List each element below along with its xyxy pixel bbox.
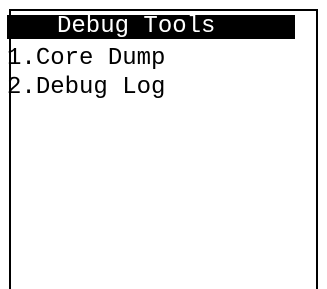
menu-item-debug-log[interactable]: 2.Debug Log xyxy=(7,73,165,102)
menu-item-label: Debug Log xyxy=(35,74,166,101)
menu-item-core-dump[interactable]: 1.Core Dump xyxy=(7,44,165,73)
menu-item-number: 1. xyxy=(7,45,36,72)
menu-item-number: 2. xyxy=(7,74,36,101)
title-bar: Debug Tools xyxy=(7,15,295,39)
menu-item-label: Core Dump xyxy=(35,45,166,72)
debug-menu: 1.Core Dump 2.Debug Log xyxy=(7,44,165,102)
screen-title: Debug Tools xyxy=(57,15,216,39)
